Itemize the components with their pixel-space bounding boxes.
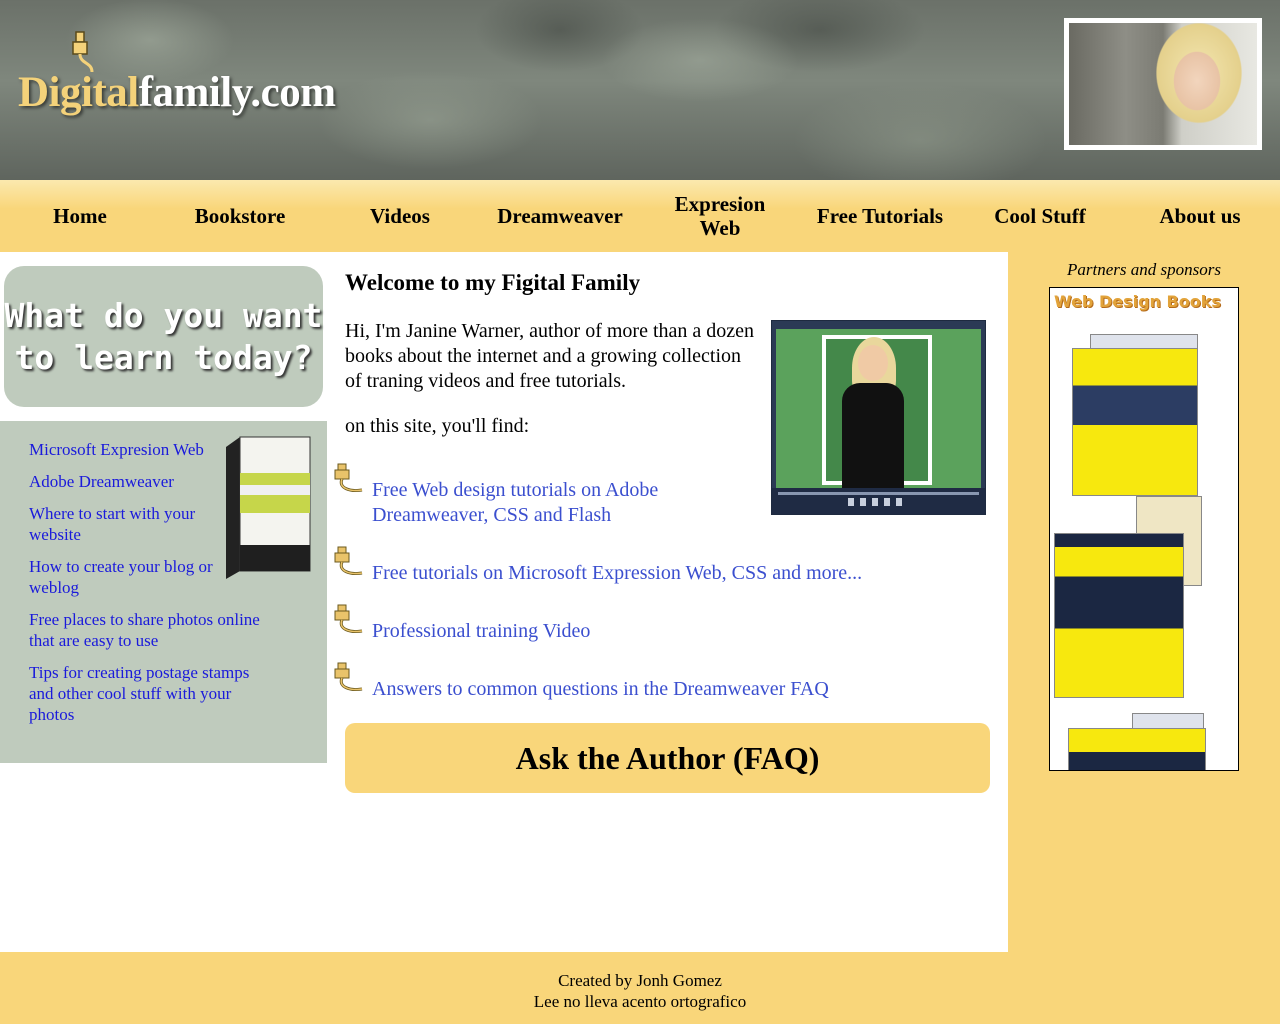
site-footer: Created by Jonh Gomez Lee no lleva acent… (0, 952, 1280, 1024)
main-nav: Home Bookstore Videos Dreamweaver Expres… (0, 180, 1280, 252)
sidebar-link-item: Tips for creating postage stamps and oth… (29, 662, 274, 725)
sidebar-link-item: Where to start with your website (29, 503, 274, 545)
sidebar-link-expression-web[interactable]: Microsoft Expresion Web (29, 440, 204, 459)
sidebar-link-postage-stamps[interactable]: Tips for creating postage stamps and oth… (29, 663, 249, 724)
site-header: Digitalfamily.com (0, 0, 1280, 180)
link-dreamweaver-tutorials[interactable]: Free Web design tutorials on Adobe Dream… (372, 478, 702, 528)
sidebar-link-item: How to create your blog or weblog (29, 556, 274, 598)
footer-note: Lee no lleva acento ortografico (533, 992, 747, 1011)
sidebar-link-blog[interactable]: How to create your blog or weblog (29, 556, 214, 598)
nav-item-dreamweaver[interactable]: Dreamweaver (480, 180, 640, 252)
link-expression-web-tutorials[interactable]: Free tutorials on Microsoft Expression W… (372, 561, 862, 586)
site-logo[interactable]: Digitalfamily.com (18, 28, 378, 118)
sidebar-link-item: Adobe Dreamweaver (29, 471, 274, 492)
link-training-video[interactable]: Professional training Video (372, 619, 590, 644)
list-item: Free Web design tutorials on Adobe Dream… (328, 462, 988, 528)
sidebar-link-dreamweaver[interactable]: Adobe Dreamweaver (29, 472, 174, 491)
nav-item-cool-stuff[interactable]: Cool Stuff (960, 180, 1120, 252)
presenter-head (858, 345, 888, 381)
header-photo (1064, 18, 1262, 150)
nav-item-about-us[interactable]: About us (1120, 180, 1280, 252)
web-design-books-ad[interactable]: Web Design Books (1049, 287, 1239, 771)
list-item: Professional training Video (328, 603, 988, 644)
sidebar-link-share-photos[interactable]: Free places to share photos online that … (29, 610, 260, 650)
welcome-heading: Welcome to my Figital Family (345, 270, 641, 295)
nav-item-expresion-web[interactable]: Expresion Web (640, 180, 800, 252)
book-cover-image (1068, 728, 1206, 770)
nav-item-bookstore[interactable]: Bookstore (160, 180, 320, 252)
sidebar-link-item: Free places to share photos online that … (29, 609, 274, 651)
books-ad-title: Web Design Books (1054, 292, 1221, 311)
link-dreamweaver-faq[interactable]: Answers to common questions in the Dream… (372, 677, 829, 702)
ask-the-author-button[interactable]: Ask the Author (FAQ) (345, 723, 990, 793)
book-cover-image (1054, 533, 1184, 698)
nav-item-free-tutorials[interactable]: Free Tutorials (800, 180, 960, 252)
partners-label: Partners and sponsors (1067, 260, 1221, 279)
sidebar-link-website-start[interactable]: Where to start with your website (29, 503, 214, 545)
plug-bullet-icon (334, 463, 363, 492)
plug-bullet-icon (334, 604, 363, 633)
plug-bullet-icon (334, 662, 363, 691)
list-item: Free tutorials on Microsoft Expression W… (328, 545, 988, 586)
nav-item-home[interactable]: Home (0, 180, 160, 252)
book-cover-image (1072, 348, 1198, 496)
sidebar-links: Microsoft Expresion Web Adobe Dreamweave… (0, 421, 327, 763)
logo-text-digital: Digital (18, 69, 139, 116)
child-photo (1069, 23, 1257, 145)
nav-item-videos[interactable]: Videos (320, 180, 480, 252)
logo-text: Digitalfamily.com (18, 68, 336, 117)
plug-bullet-icon (334, 546, 363, 575)
list-item: Answers to common questions in the Dream… (328, 661, 988, 702)
footer-credit: Created by Jonh Gomez (558, 971, 722, 990)
learn-heading: What do you want to learn today? (4, 266, 323, 407)
find-text: on this site, you'll find: (345, 415, 530, 437)
right-sidebar: Partners and sponsors Web Design Books (1008, 252, 1280, 952)
logo-text-family: family.com (138, 69, 336, 116)
intro-text: Hi, I'm Janine Warner, author of more th… (345, 320, 755, 392)
sidebar-link-item: Microsoft Expresion Web (29, 439, 274, 460)
